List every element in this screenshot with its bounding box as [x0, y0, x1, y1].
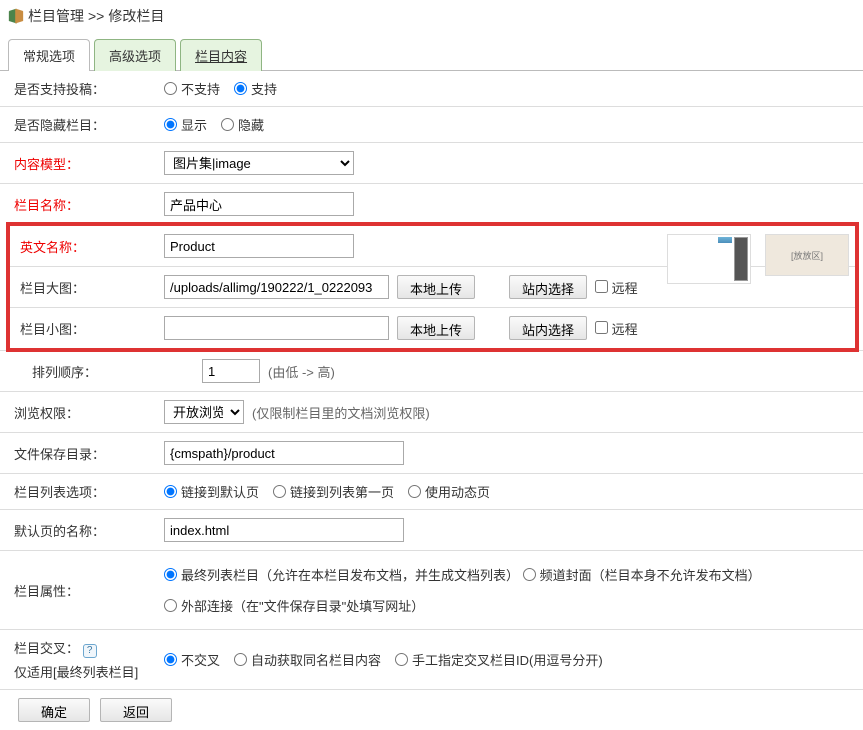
radio-list-first[interactable]	[273, 485, 286, 498]
label-listopt: 栏目列表选项：	[14, 482, 164, 501]
colattr-options: 最终列表栏目（允许在本栏目发布文档，并生成文档列表） 频道封面（栏目本身不允许发…	[164, 559, 863, 621]
crumb-current: 修改栏目	[108, 6, 164, 26]
label-order: 排列顺序：	[14, 362, 202, 381]
label-bigimg: 栏目大图：	[20, 278, 164, 297]
listopt-options: 链接到默认页 链接到列表第一页 使用动态页	[164, 482, 490, 501]
radio-attr-cover[interactable]	[523, 568, 536, 581]
smallimg-site-select-button[interactable]: 站内选择	[509, 316, 587, 340]
defpage-input[interactable]	[164, 518, 404, 542]
hide-options: 显示 隐藏	[164, 115, 264, 134]
label-perm: 浏览权限：	[14, 403, 164, 422]
form: 是否支持投稿： 不支持 支持 是否隐藏栏目： 显示 隐藏 内容模型： 图片集|i…	[0, 71, 863, 730]
model-select[interactable]: 图片集|image	[164, 151, 354, 175]
radio-support-no[interactable]	[164, 82, 177, 95]
tab-general[interactable]: 常规选项	[8, 39, 90, 71]
label-enname: 英文名称：	[20, 237, 164, 256]
radio-list-dynamic[interactable]	[408, 485, 421, 498]
cross-note: 仅适用[最终列表栏目]	[14, 662, 164, 681]
bigimg-remote-checkbox[interactable]	[595, 280, 608, 293]
order-input[interactable]	[202, 359, 260, 383]
bigimg-local-upload-button[interactable]: 本地上传	[397, 275, 475, 299]
colname-input[interactable]	[164, 192, 354, 216]
label-model: 内容模型：	[14, 154, 164, 173]
radio-attr-final[interactable]	[164, 568, 177, 581]
label-hide: 是否隐藏栏目：	[14, 115, 164, 134]
thumbnails: [放放区]	[667, 234, 849, 284]
support-options: 不支持 支持	[164, 79, 277, 98]
thumb-small-preview: [放放区]	[765, 234, 849, 276]
bigimg-site-select-button[interactable]: 站内选择	[509, 275, 587, 299]
cross-options: 不交叉 自动获取同名栏目内容 手工指定交叉栏目ID(用逗号分开)	[164, 650, 603, 669]
breadcrumb: 栏目管理 >> 修改栏目	[0, 0, 863, 32]
enname-input[interactable]	[164, 234, 354, 258]
radio-list-default[interactable]	[164, 485, 177, 498]
radio-cross-none[interactable]	[164, 653, 177, 666]
smallimg-remote-checkbox[interactable]	[595, 321, 608, 334]
radio-support-yes[interactable]	[234, 82, 247, 95]
label-colname: 栏目名称：	[14, 195, 164, 214]
thumb-large-preview	[667, 234, 751, 284]
smallimg-local-upload-button[interactable]: 本地上传	[397, 316, 475, 340]
tab-content[interactable]: 栏目内容	[180, 39, 262, 71]
smallimg-input[interactable]	[164, 316, 389, 340]
tab-bar: 常规选项 高级选项 栏目内容	[0, 32, 863, 71]
crumb-root[interactable]: 栏目管理	[28, 6, 84, 26]
back-button[interactable]: 返回	[100, 698, 172, 722]
highlight-box: [放放区] 英文名称： 栏目大图： 本地上传 站内选择 远程 栏目小图： 本地上…	[6, 222, 859, 352]
radio-cross-manual[interactable]	[395, 653, 408, 666]
order-note: (由低 -> 高)	[268, 362, 335, 381]
ok-button[interactable]: 确定	[18, 698, 90, 722]
help-icon[interactable]: ?	[83, 644, 97, 658]
tab-advanced[interactable]: 高级选项	[94, 39, 176, 71]
action-bar: 确定 返回	[0, 690, 863, 730]
perm-select[interactable]: 开放浏览	[164, 400, 244, 424]
radio-attr-link[interactable]	[164, 599, 177, 612]
label-smallimg: 栏目小图：	[20, 319, 164, 338]
label-cross: 栏目交叉： ? 仅适用[最终列表栏目]	[14, 638, 164, 681]
label-savedir: 文件保存目录：	[14, 444, 164, 463]
label-defpage: 默认页的名称：	[14, 521, 164, 540]
radio-cross-auto[interactable]	[234, 653, 247, 666]
book-icon	[8, 9, 24, 23]
bigimg-input[interactable]	[164, 275, 389, 299]
radio-hide-hide[interactable]	[221, 118, 234, 131]
perm-note: (仅限制栏目里的文档浏览权限)	[252, 403, 430, 422]
label-support: 是否支持投稿：	[14, 79, 164, 98]
label-colattr: 栏目属性：	[14, 581, 164, 600]
savedir-input[interactable]	[164, 441, 404, 465]
radio-hide-show[interactable]	[164, 118, 177, 131]
